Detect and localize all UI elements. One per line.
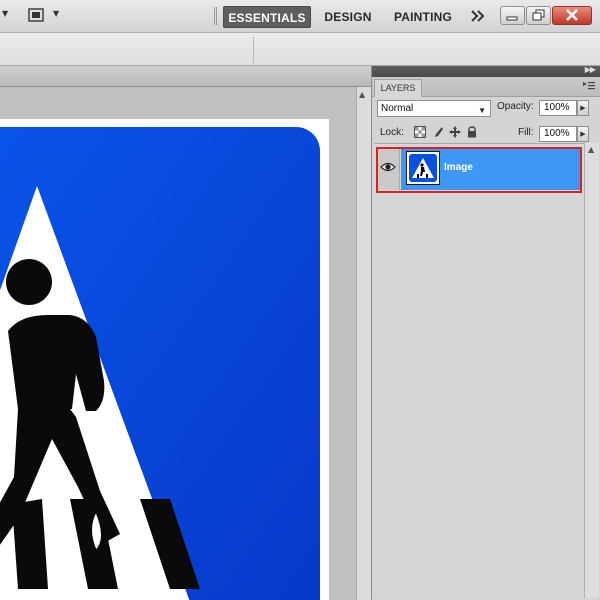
fill-slider-toggle[interactable]: ▶ [577, 126, 589, 142]
document-tab-strip[interactable] [0, 66, 371, 87]
collapse-panels-icon[interactable]: ▶▶ [585, 65, 596, 74]
panel-dock-header[interactable]: ▶▶ [372, 65, 600, 77]
scroll-up-arrow-icon[interactable]: ▲ [359, 90, 365, 99]
options-bar [0, 33, 600, 66]
blend-mode-value: Normal [381, 103, 414, 114]
pedestrian-sign-thumbnail-icon [409, 154, 437, 182]
toolbar-divider [214, 7, 217, 25]
minimize-button[interactable] [500, 6, 525, 25]
panel-menu-icon[interactable] [583, 81, 595, 91]
layer-name: Image [444, 162, 473, 173]
document-canvas[interactable] [0, 119, 329, 600]
close-icon [566, 9, 578, 21]
lock-image-pixels-icon[interactable] [432, 126, 444, 138]
opacity-slider-toggle[interactable]: ▶ [577, 100, 589, 116]
scroll-up-arrow-icon[interactable]: ▲ [588, 145, 594, 154]
dropdown-arrow-icon[interactable]: ▼ [2, 9, 8, 18]
opacity-label: Opacity: [497, 101, 534, 112]
layers-list: Image [374, 143, 584, 598]
layers-vertical-scrollbar[interactable]: ▲ [584, 143, 599, 598]
chevron-down-icon: ▼ [478, 106, 486, 115]
workspace-essentials-button[interactable]: ESSENTIALS [223, 6, 311, 28]
close-button[interactable] [552, 6, 592, 25]
opacity-field[interactable]: 100% [539, 100, 577, 116]
pedestrian-crossing-sign-image [0, 127, 320, 600]
lock-transparent-pixels-icon[interactable] [414, 126, 426, 138]
lock-label: Lock: [380, 127, 404, 138]
panel-dock: ▶▶ LAYERS Normal ▼ Opacity: 100% ▶ Lock:… [371, 65, 600, 600]
application-bar: ▼ ▼ ESSENTIALS DESIGN PAINTING [0, 0, 600, 33]
options-separator [253, 37, 254, 63]
lock-all-icon[interactable] [466, 126, 478, 138]
lock-position-icon[interactable] [449, 126, 461, 138]
eye-icon [380, 162, 396, 172]
layer-thumbnail[interactable] [406, 151, 440, 185]
more-workspaces-icon[interactable] [470, 9, 486, 23]
screen-mode-dropdown-icon[interactable]: ▼ [53, 9, 59, 18]
panel-tab-row: LAYERS [372, 77, 600, 97]
workspace-design-button[interactable]: DESIGN [322, 6, 374, 28]
blend-mode-select[interactable]: Normal ▼ [377, 100, 491, 117]
fill-field[interactable]: 100% [539, 126, 577, 142]
layer-selected-body[interactable]: Image [401, 147, 580, 190]
layer-row-image[interactable]: Image [376, 147, 582, 193]
restore-icon [532, 9, 545, 21]
workspace-painting-button[interactable]: PAINTING [390, 6, 456, 28]
document-window: ▲ [0, 66, 371, 600]
minimize-icon [506, 16, 518, 21]
screen-mode-icon[interactable] [28, 8, 44, 22]
tab-layers[interactable]: LAYERS [374, 79, 422, 97]
document-vertical-scrollbar[interactable]: ▲ [356, 87, 371, 600]
fill-label: Fill: [518, 127, 534, 138]
layer-visibility-toggle[interactable] [376, 147, 400, 190]
restore-button[interactable] [526, 6, 551, 25]
